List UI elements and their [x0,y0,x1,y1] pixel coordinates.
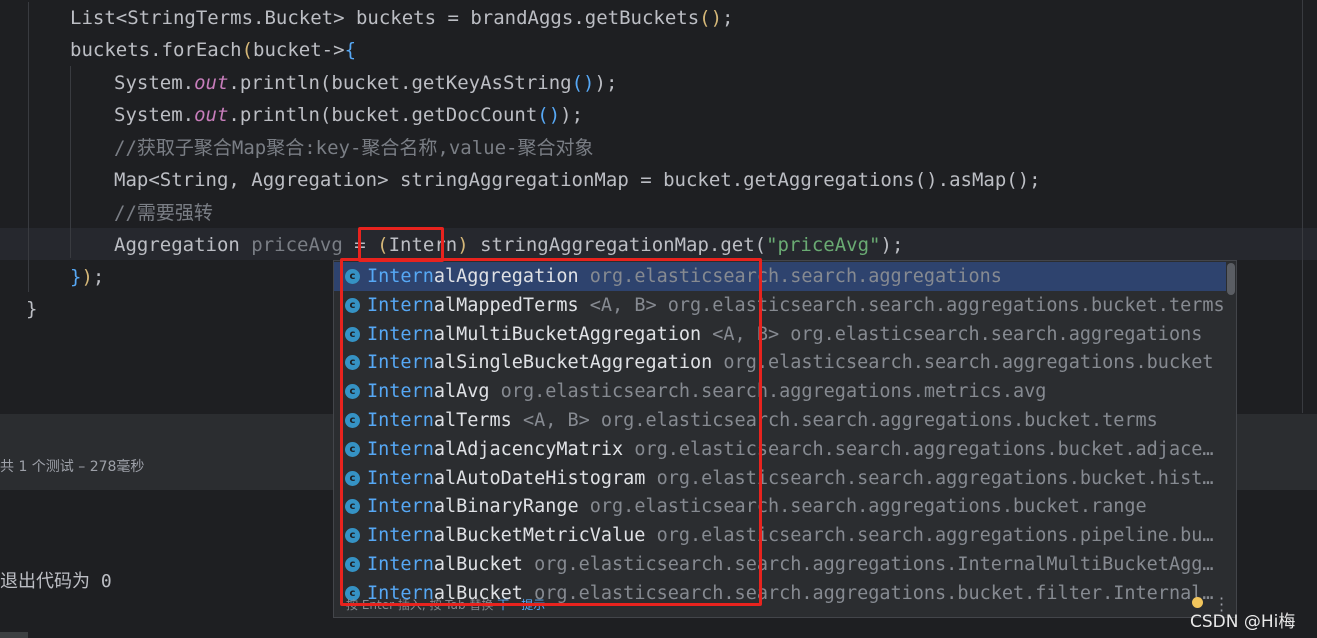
code-token: bucket.getDocCount [331,104,538,126]
popup-scrollbar[interactable] [1227,263,1235,295]
code-token: () [537,104,561,126]
code-token: ; [891,234,904,256]
code-token: ) [560,104,572,126]
code-token: ; [1029,169,1041,191]
code-token: bucket-> [253,39,345,61]
watermark: CSDN @Hi梅 [1190,612,1296,632]
code-token: priceAvg [251,234,343,256]
code-line[interactable]: System.out.println(bucket.getKeyAsString… [114,67,617,99]
code-token: //需要强转 [114,202,213,224]
code-token: ( [319,72,332,94]
code-token: System. [114,72,195,94]
code-token: out [194,104,229,126]
code-token: ; [605,72,618,94]
code-token: ) [880,234,892,256]
code-token: "priceAvg" [766,234,881,256]
code-line[interactable]: } [26,293,37,325]
code-token: out [194,72,229,94]
code-token: .println [228,104,320,126]
annotation-box-list [340,258,762,606]
completion-package: org.elasticsearch.search.aggregations [790,323,1203,345]
code-line[interactable]: }); [70,261,104,293]
code-line[interactable]: List<StringTerms.Bucket> buckets = brand… [70,2,734,34]
completion-package: org.elasticsearch.search.aggregations.bu… [723,352,1214,374]
editor-right-margin [1302,0,1303,413]
code-token: List<StringTerms.Bucket> buckets = brand… [70,7,700,29]
code-line[interactable]: Map<String, Aggregation> stringAggregati… [114,164,1041,196]
code-token: ; [92,266,105,288]
console-scrollbar[interactable] [0,632,28,638]
test-summary: 共 1 个测试 – 278毫秒 [0,459,145,475]
annotation-box-cast [358,227,444,262]
code-token: .println [228,72,320,94]
code-token: bucket.getKeyAsString [331,72,572,94]
code-token: .asMap [937,169,1007,191]
code-token: () [699,7,723,29]
code-token: ; [571,104,584,126]
code-comment-line[interactable]: //获取子聚合Map聚合:key-聚合名称,value-聚合对象 [114,132,593,164]
code-token: buckets.forEach [70,39,242,61]
code-line-cursor[interactable]: Aggregation priceAvg = (Intern) stringAg… [114,229,903,261]
code-token: System. [114,104,195,126]
code-token: Aggregation [114,234,252,256]
code-comment-line[interactable]: //需要强转 [114,197,213,229]
code-token: { [344,39,357,61]
code-token: () [1006,169,1030,191]
code-token: () [914,169,938,191]
code-token: Map<String, Aggregation> stringAggregati… [114,169,915,191]
exit-code-line: 退出代码为 0 [0,571,112,592]
indent-guide [28,2,29,292]
code-token: ( [241,39,254,61]
code-line[interactable]: System.out.println(bucket.getDocCount())… [114,99,583,131]
code-token: () [571,72,595,94]
code-token: ( [754,234,767,256]
code-token: ) [81,266,93,288]
code-token: //获取子聚合Map聚合:key-聚合名称,value-聚合对象 [114,137,594,159]
code-token: ( [319,104,332,126]
code-line[interactable]: buckets.forEach(bucket->{ [70,34,356,66]
code-token: } [70,266,82,288]
code-token: ; [722,7,734,29]
code-token: } [26,298,38,320]
code-token: stringAggregationMap.get [468,234,755,256]
code-token: ) [594,72,606,94]
indent-guide [70,66,71,258]
code-token: ) [457,234,469,256]
